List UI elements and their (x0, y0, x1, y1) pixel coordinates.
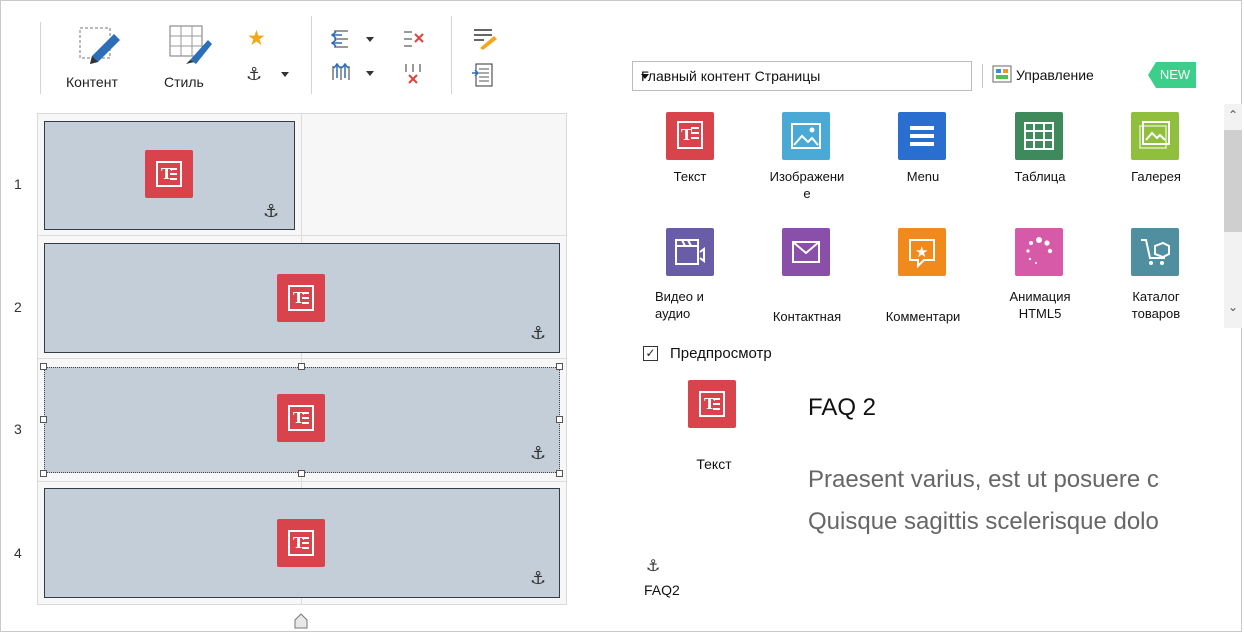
delete-row-button[interactable] (402, 62, 428, 86)
anchor-name: FAQ2 (644, 582, 680, 598)
chevron-down-icon (366, 37, 374, 42)
resize-handle[interactable] (40, 470, 47, 477)
content-area-select-value: Главный контент Страницы (641, 68, 821, 84)
anchor-icon: ⚓ (263, 201, 280, 221)
text-block-cell[interactable]: T ⚓ (44, 121, 295, 230)
resize-handle[interactable] (298, 363, 305, 370)
content-button[interactable]: Контент (60, 22, 140, 94)
catalog-icon (1131, 228, 1179, 276)
insert-column-icon (330, 30, 348, 48)
row-number: 2 (14, 299, 22, 315)
gallery-icon (1131, 112, 1179, 160)
new-badge: NEW (1148, 62, 1196, 88)
tile-label: Текст (673, 169, 707, 184)
text-object-icon: T (145, 150, 193, 198)
anchor-dropdown-button[interactable]: ⚓ (246, 64, 296, 86)
row-properties-icon (472, 63, 493, 87)
resize-handle[interactable] (556, 470, 563, 477)
row-number: 4 (14, 545, 22, 561)
menu-icon (898, 112, 946, 160)
chevron-down-icon (641, 74, 649, 79)
image-icon (782, 112, 830, 160)
anchor-icon: ⚓ (646, 558, 661, 575)
row-number: 3 (14, 421, 22, 437)
row-properties-button[interactable] (472, 62, 498, 88)
toolbar-separator (451, 16, 452, 94)
text-object-icon: T (277, 274, 325, 322)
toolbar-separator (40, 22, 41, 94)
tile-label: Контактная (772, 309, 842, 324)
style-brush-icon (169, 25, 212, 64)
comment-star-icon: ★ (898, 228, 946, 276)
grid-row-line (38, 235, 566, 236)
resize-handle[interactable] (40, 416, 47, 423)
tile-label: Изображени е (769, 169, 845, 201)
content-edit-icon (79, 27, 120, 64)
style-button[interactable]: Стиль (158, 22, 222, 94)
favorite-star-icon[interactable]: ★ (247, 28, 271, 50)
row-number: 1 (14, 176, 22, 192)
toolbar-separator (311, 16, 312, 94)
tile-label: Видео и аудио (655, 289, 704, 321)
tile-label: Таблица (1014, 169, 1066, 184)
preview-text-line: Quisque sagittis scelerisque dolo (808, 508, 1159, 535)
management-label: Управление (1016, 67, 1094, 83)
management-button[interactable]: Управление (992, 60, 1132, 90)
chevron-down-icon (366, 71, 374, 76)
content-area-select[interactable]: Главный контент Страницы (632, 61, 972, 91)
tile-label: Menu (906, 169, 940, 184)
insert-column-dropdown[interactable] (330, 28, 378, 50)
format-paint-button[interactable] (472, 26, 498, 50)
tile-label: Галерея (1131, 169, 1181, 184)
scrollbar-thumb[interactable] (1224, 130, 1242, 232)
scroll-down-icon[interactable]: ⌄ (1228, 300, 1238, 314)
tile-label: Комментари (885, 309, 961, 324)
video-icon (666, 228, 714, 276)
text-icon: T (666, 112, 714, 160)
anchor-icon: ⚓ (530, 568, 547, 588)
style-label: Стиль (164, 74, 204, 90)
delete-column-icon (404, 31, 424, 47)
grid-row-line (38, 481, 566, 482)
preview-text-icon: T (688, 380, 736, 428)
format-paint-icon (474, 29, 497, 50)
delete-row-icon (405, 64, 421, 84)
insert-row-icon (332, 62, 350, 80)
text-block-cell[interactable]: T ⚓ (44, 488, 560, 598)
animation-icon (1015, 228, 1063, 276)
text-block-cell[interactable]: T ⚓ (44, 243, 560, 353)
tile-label: Каталог товаров (1131, 289, 1181, 321)
content-label: Контент (66, 74, 118, 90)
text-object-icon: T (277, 519, 325, 567)
preview-text-line: Praesent varius, est ut posuere c (808, 466, 1159, 493)
anchor-icon: ⚓ (530, 323, 547, 343)
table-icon (1015, 112, 1063, 160)
resize-handle[interactable] (40, 363, 47, 370)
insert-row-dropdown[interactable] (330, 62, 378, 84)
anchor-icon: ⚓ (530, 443, 547, 463)
grid-resize-marker-icon[interactable] (294, 613, 308, 629)
mail-icon (782, 228, 830, 276)
selected-text-block-cell[interactable]: T ⚓ (44, 367, 560, 473)
resize-handle[interactable] (556, 363, 563, 370)
resize-handle[interactable] (298, 470, 305, 477)
chevron-down-icon (281, 72, 289, 77)
tile-label: Анимация HTML5 (1009, 289, 1071, 321)
preview-item-label: Текст (696, 456, 732, 472)
toolbar-separator (982, 64, 983, 88)
scroll-up-icon[interactable]: ⌃ (1228, 108, 1238, 122)
resize-handle[interactable] (556, 416, 563, 423)
anchor-icon: ⚓ (246, 64, 263, 84)
grid-row-line (38, 358, 566, 359)
preview-checkbox[interactable]: ✓ (643, 346, 658, 361)
preview-label: Предпросмотр (670, 345, 772, 362)
delete-column-button[interactable] (402, 28, 428, 50)
svg-text:★: ★ (915, 243, 928, 261)
preview-title: FAQ 2 (808, 394, 877, 421)
text-object-icon: T (277, 394, 325, 442)
